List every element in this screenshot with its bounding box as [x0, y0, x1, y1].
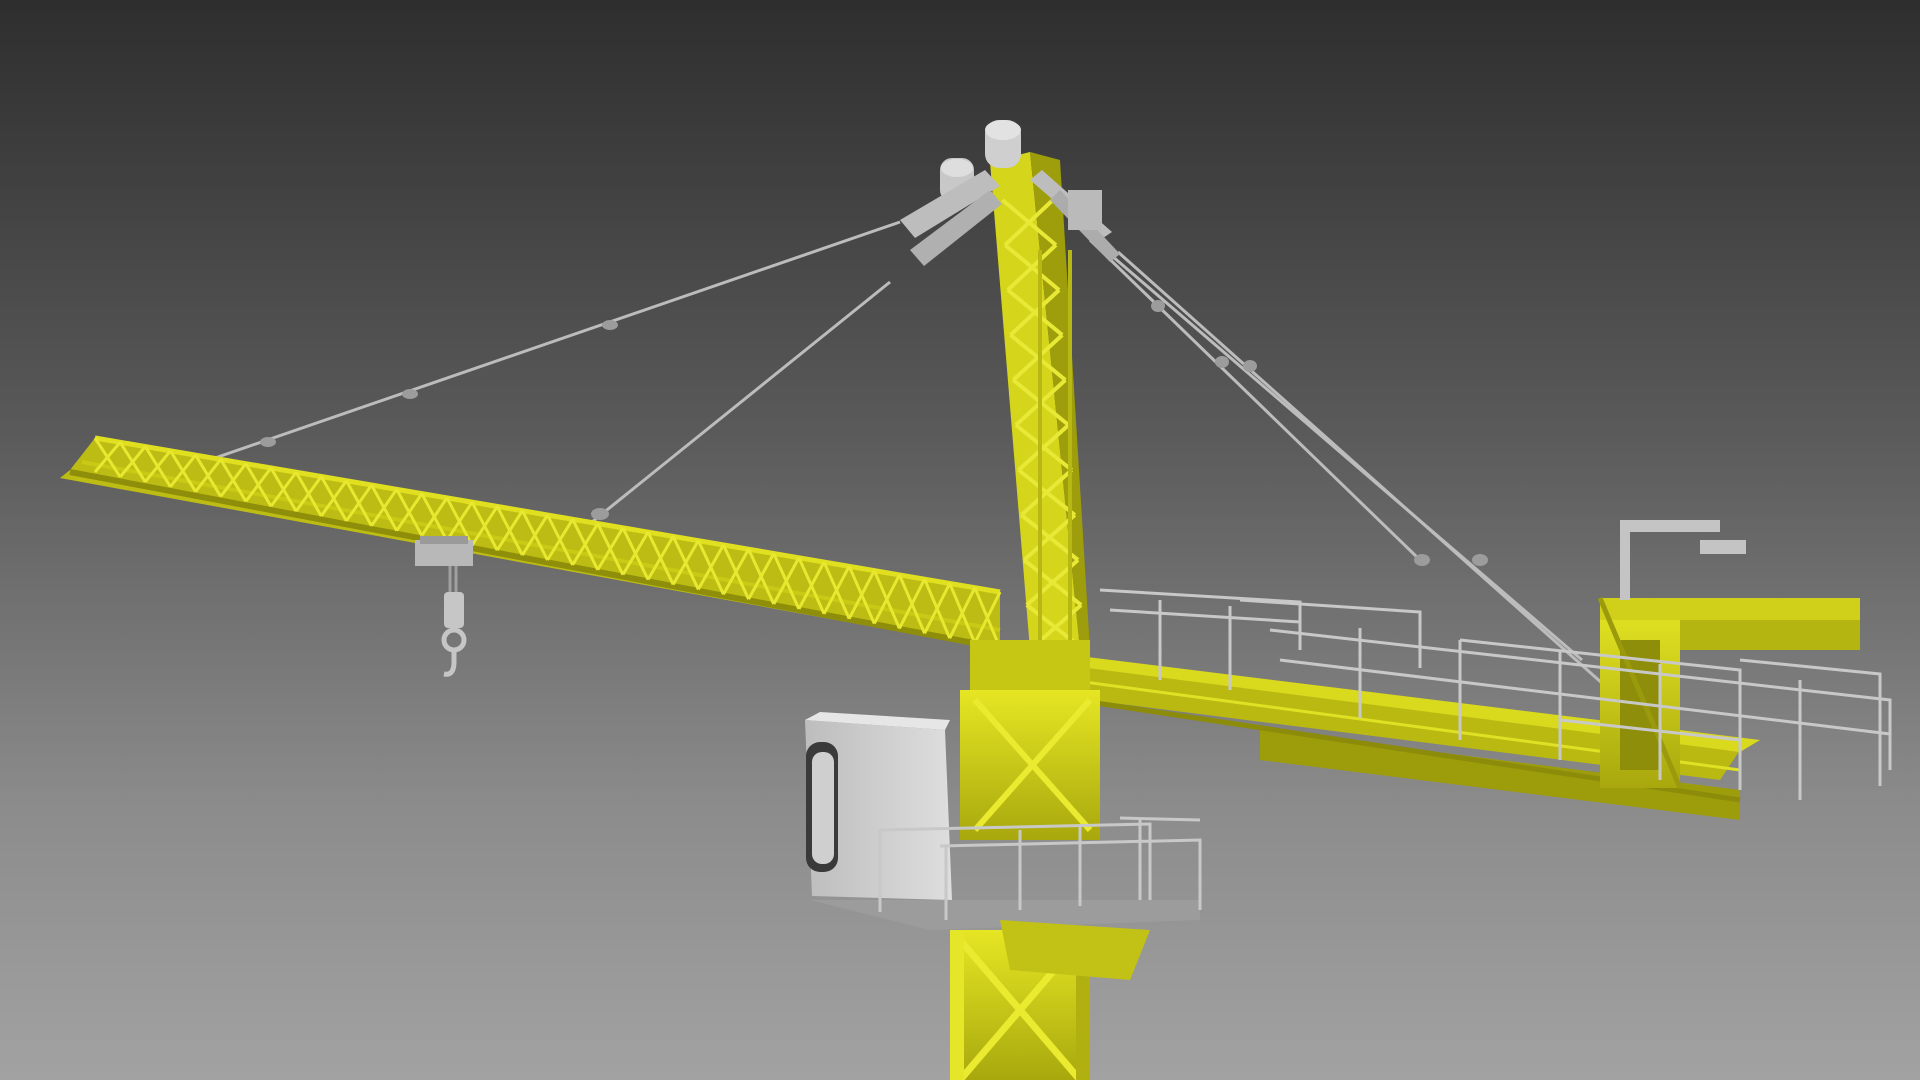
render-viewport: [0, 0, 1920, 1080]
jib-pendant-outer: [214, 220, 901, 460]
hook-block: [441, 592, 467, 677]
counterjib-pendant-2: [1117, 250, 1613, 694]
tower-mast: [950, 920, 1150, 1080]
crane-scene: [60, 120, 1892, 1080]
counterjib-pendant-3: [1088, 238, 1422, 562]
jib-pendant-inner: [591, 280, 891, 524]
counterjib-pendant-1: [1104, 248, 1583, 662]
trolley: [415, 536, 473, 600]
slewing-unit: [960, 640, 1100, 840]
main-jib: [60, 435, 1002, 651]
